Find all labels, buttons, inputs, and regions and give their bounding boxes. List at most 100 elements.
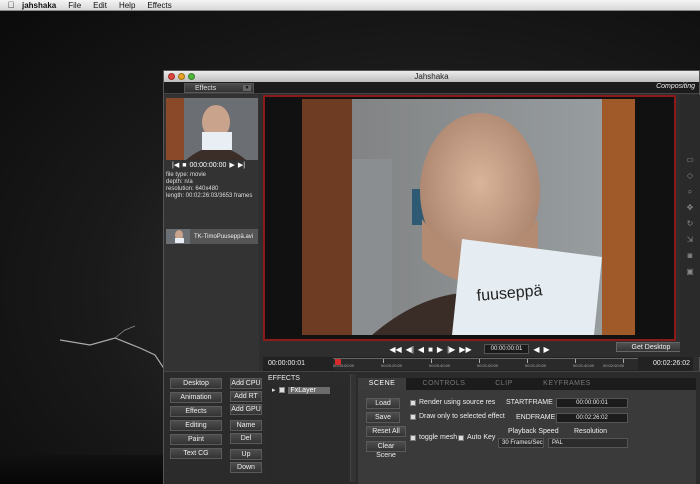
- toggle-mesh-label: toggle mesh: [419, 434, 458, 441]
- auto-key-label: Auto Key: [467, 434, 496, 441]
- expand-arrow-icon[interactable]: ▸: [272, 386, 276, 394]
- desktop-button[interactable]: Desktop: [170, 378, 222, 389]
- bottom-panel: Desktop Animation Effects Editing Paint …: [164, 371, 700, 484]
- rewind-icon[interactable]: ◀◀: [389, 345, 401, 354]
- timeline-end[interactable]: 00:02:26:02: [653, 360, 690, 367]
- stop-icon[interactable]: ■: [428, 345, 433, 354]
- play-back-icon[interactable]: ◀: [418, 345, 424, 354]
- endframe-field[interactable]: 00:02:26:02: [556, 413, 628, 423]
- stop-icon[interactable]: ■: [182, 162, 186, 169]
- startframe-field[interactable]: 00:00:00:01: [556, 398, 628, 408]
- file-info: file type: movie depth: n/a resolution: …: [166, 172, 252, 200]
- play-icon[interactable]: ▶: [437, 345, 443, 354]
- apple-icon[interactable]: : [0, 0, 22, 10]
- playback-speed-label: Playback Speed: [508, 428, 559, 435]
- menu-file[interactable]: File: [68, 1, 81, 10]
- tab-scene[interactable]: SCENE: [358, 378, 406, 390]
- key-next-icon[interactable]: ▶: [543, 345, 549, 354]
- reset-all-button[interactable]: Reset All: [366, 426, 406, 437]
- clip-item[interactable]: TK-TimoPuuseppä.avi: [166, 229, 258, 244]
- layer-row[interactable]: ▸ FxLayer: [272, 386, 330, 394]
- playhead-marker[interactable]: [335, 359, 341, 365]
- transport-controls: ◀◀ ◀| ◀ ■ ▶ |▶ ▶▶ 00:00:00:01 ◀ ▶: [263, 341, 676, 357]
- window-titlebar[interactable]: Jahshaka: [164, 71, 699, 82]
- timeline-start[interactable]: 00:00:00:01: [268, 360, 305, 367]
- menu-help[interactable]: Help: [119, 1, 135, 10]
- effects-header: EFFECTS: [268, 375, 300, 382]
- save-button[interactable]: Save: [366, 412, 400, 423]
- load-button[interactable]: Load: [366, 398, 400, 409]
- media-preview: [166, 98, 258, 160]
- get-desktop-button[interactable]: Get Desktop: [616, 342, 686, 352]
- minimize-button[interactable]: [178, 73, 185, 80]
- render-source-checkbox[interactable]: [410, 400, 416, 406]
- skip-start-icon[interactable]: |◀: [172, 161, 179, 169]
- menu-effects[interactable]: Effects: [147, 1, 171, 10]
- endframe-label: ENDFRAME: [516, 414, 556, 421]
- down-button[interactable]: Down: [230, 462, 262, 473]
- panel-splitter[interactable]: [350, 374, 356, 482]
- play-icon[interactable]: ▶: [229, 161, 234, 169]
- main-viewer[interactable]: fuuseppä: [263, 95, 676, 341]
- add-gpu-button[interactable]: Add GPU: [230, 404, 262, 415]
- step-forward-icon[interactable]: |▶: [447, 345, 455, 354]
- paint-button[interactable]: Paint: [170, 434, 222, 445]
- zoom-button[interactable]: [188, 73, 195, 80]
- file-type: file type: movie: [166, 172, 207, 178]
- startframe-label: STARTFRAME: [506, 399, 553, 406]
- ruler-label: 00:00:40:00: [429, 363, 451, 368]
- effects-button[interactable]: Effects: [170, 406, 222, 417]
- step-back-icon[interactable]: ◀|: [406, 345, 414, 354]
- tool-icon[interactable]: ⇲: [684, 235, 696, 245]
- desktop-horizon: [0, 455, 165, 484]
- tab-keyframes[interactable]: KEYFRAMES: [536, 378, 598, 390]
- render-source-label: Render using source res: [419, 399, 496, 406]
- tab-clip[interactable]: CLIP: [484, 378, 524, 390]
- tool-icon[interactable]: ▭: [684, 155, 696, 165]
- key-prev-icon[interactable]: ◀: [533, 345, 539, 354]
- editing-button[interactable]: Editing: [170, 420, 222, 431]
- tool-strip: ▭ ◇ ⌕ ✥ ↻ ⇲ ◙ ▣: [680, 95, 700, 357]
- auto-key-checkbox[interactable]: [458, 435, 464, 441]
- toggle-mesh-checkbox[interactable]: [410, 435, 416, 441]
- add-rt-button[interactable]: Add RT: [230, 391, 262, 402]
- up-button[interactable]: Up: [230, 449, 262, 460]
- skip-end-icon[interactable]: ▶|: [238, 161, 245, 169]
- delete-button[interactable]: Del: [230, 433, 262, 444]
- tool-icon[interactable]: ◇: [684, 171, 696, 181]
- menubar:  jahshaka File Edit Help Effects: [0, 0, 700, 11]
- effects-selector-label: Effects: [195, 84, 217, 92]
- effects-selector[interactable]: Effects ▼: [184, 83, 254, 93]
- tab-controls[interactable]: CONTROLS: [416, 378, 472, 390]
- ruler-label: 00:01:20:00: [525, 363, 547, 368]
- tool-icon[interactable]: ✥: [684, 203, 696, 213]
- name-button[interactable]: Name: [230, 420, 262, 431]
- resolution-select[interactable]: PAL: [548, 438, 628, 448]
- tool-icon[interactable]: ↻: [684, 219, 696, 229]
- draw-only-checkbox[interactable]: [410, 414, 416, 420]
- mode-label: Compositing: [656, 83, 695, 90]
- menu-edit[interactable]: Edit: [93, 1, 107, 10]
- clip-thumbnail: [166, 229, 190, 244]
- menu-app-name[interactable]: jahshaka: [22, 1, 56, 10]
- scene-panel: Load Save Reset All Clear Scene Render u…: [358, 390, 696, 484]
- animation-button[interactable]: Animation: [170, 392, 222, 403]
- file-resolution: resolution: 640x480: [166, 186, 219, 192]
- timeline[interactable]: 00:00:00:01 00:00:00:00 00:00:20:00 00:0…: [263, 357, 693, 371]
- tool-icon[interactable]: ▣: [684, 267, 696, 277]
- text-cg-button[interactable]: Text CG: [170, 448, 222, 459]
- module-toolbar: Effects ▼ Compositing: [164, 82, 699, 94]
- layer-checkbox[interactable]: [278, 387, 285, 393]
- camera-icon[interactable]: ◙: [684, 251, 696, 261]
- clear-scene-button[interactable]: Clear Scene: [366, 441, 406, 459]
- timeline-ruler[interactable]: 00:00:00:00 00:00:20:00 00:00:40:00 00:0…: [333, 358, 638, 370]
- playback-speed-select[interactable]: 30 Frames/Sec: [498, 438, 544, 448]
- current-timecode[interactable]: 00:00:00:01: [483, 344, 530, 354]
- close-button[interactable]: [168, 73, 175, 80]
- add-cpu-button[interactable]: Add CPU: [230, 378, 262, 389]
- ruler-label: 00:01:00:00: [477, 363, 499, 368]
- tool-icon[interactable]: ⌕: [684, 187, 696, 197]
- fast-forward-icon[interactable]: ▶▶: [459, 345, 471, 354]
- lightning-image: [60, 325, 171, 389]
- layer-name: FxLayer: [287, 386, 330, 394]
